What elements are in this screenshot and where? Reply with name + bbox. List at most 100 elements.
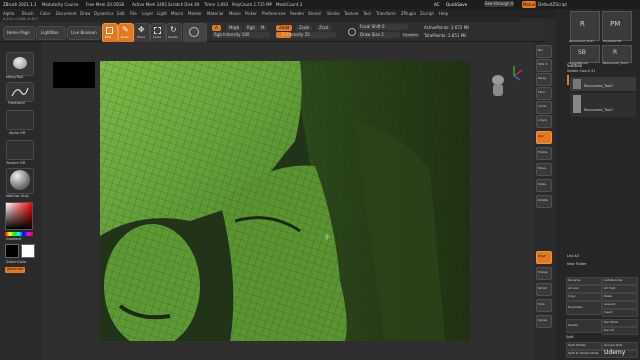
ghost-button[interactable]: Ghost [536, 283, 552, 296]
menu-render[interactable]: Render [290, 11, 304, 16]
insert-button[interactable]: Insert [602, 309, 638, 317]
a-toggle[interactable]: A [212, 25, 221, 31]
quicksave-button[interactable]: QuickSave [446, 2, 467, 7]
autoreorder-button[interactable]: AutoReorder [602, 277, 638, 285]
dynamic-toggle[interactable]: Dynamic [402, 33, 420, 38]
subtool-header[interactable]: Subtool [567, 64, 582, 68]
mrgb-toggle[interactable]: Mrgb [226, 25, 243, 31]
persp-button[interactable]: Persp [536, 73, 552, 86]
paste-button[interactable]: Paste [602, 293, 638, 301]
append-button[interactable]: Append [602, 301, 638, 309]
polyf-button[interactable]: PolyF [536, 251, 552, 264]
delete-button[interactable]: Delete [566, 319, 602, 333]
floor-button[interactable]: Floor [536, 87, 552, 100]
material-button[interactable] [6, 168, 34, 194]
viewport-canvas[interactable] [100, 61, 470, 341]
menu-dynamics[interactable]: Dynamics [94, 11, 114, 16]
brush-button[interactable] [6, 52, 34, 76]
texture-button[interactable] [6, 140, 34, 160]
frame-button[interactable]: Frame [536, 147, 552, 160]
m-toggle[interactable]: M [258, 25, 268, 31]
lazy-mouse-icon[interactable] [348, 28, 356, 36]
live-boolean-button[interactable]: Live Boolean [67, 26, 101, 40]
local-button[interactable]: Local [536, 101, 552, 114]
menu-tool[interactable]: Tool [363, 11, 371, 16]
ac-button[interactable]: AC [434, 2, 439, 7]
menu-help[interactable]: Help [439, 11, 448, 16]
alternate-button[interactable]: Alternate [5, 267, 26, 273]
secondary-color-swatch[interactable] [5, 244, 19, 258]
split-to-similar-button[interactable]: Split To Similar Parts [566, 350, 638, 358]
primary-color-swatch[interactable] [21, 244, 35, 258]
menu-draw[interactable]: Draw [80, 11, 90, 16]
duplicate-button[interactable]: Duplicate [566, 301, 602, 315]
menu-material[interactable]: Material [207, 11, 223, 16]
menu-color[interactable]: Color [40, 11, 50, 16]
menu-layer[interactable]: Layer [142, 11, 153, 16]
lightbox-button[interactable]: LightBox [36, 26, 66, 40]
orientation-gizmo[interactable] [486, 62, 526, 102]
rotate-button[interactable]: ↻ Rotate [166, 23, 182, 43]
scale-view-button[interactable]: Scale [536, 179, 552, 192]
menu-edit[interactable]: Edit [117, 11, 125, 16]
focal-shift-slider[interactable]: Focal Shift 0 [358, 24, 408, 30]
menu-zscript[interactable]: Zscript [420, 11, 434, 16]
menu-macro[interactable]: Macro [171, 11, 183, 16]
hue-slider[interactable] [5, 232, 33, 236]
menu-movie[interactable]: Movie [229, 11, 241, 16]
rotate-view-button[interactable]: Rotate [536, 195, 552, 208]
zcut-toggle[interactable]: Zcut [316, 25, 332, 31]
list-all-button[interactable]: List All [567, 254, 579, 259]
solo-button[interactable]: Solo [536, 299, 552, 312]
draw-button[interactable]: ✎ Draw [118, 23, 134, 43]
all-high-button[interactable]: All High [602, 285, 638, 293]
subtool-item-2[interactable]: Recovered_Tool1 [570, 93, 636, 117]
color-picker[interactable] [5, 202, 33, 230]
navigation-thumbnail[interactable] [53, 62, 95, 88]
menus-toggle[interactable]: Menus [522, 1, 536, 8]
xyz-button[interactable]: Xyz [536, 131, 552, 144]
z-intensity-slider[interactable]: Z Intensity 25 [276, 32, 336, 38]
menu-picker[interactable]: Picker [245, 11, 257, 16]
menu-brush[interactable]: Brush [22, 11, 34, 16]
home-page-button[interactable]: Home Page [3, 26, 35, 40]
copy-button[interactable]: Copy [566, 293, 602, 301]
default-zscript[interactable]: DefaultZScript [538, 2, 567, 7]
menu-light[interactable]: Light [157, 11, 167, 16]
all-low-button[interactable]: All Low [566, 285, 602, 293]
subtool-item-1[interactable]: Recovered_Tool1 [570, 77, 636, 91]
scale-button[interactable]: Scale [150, 23, 166, 43]
menu-texture[interactable]: Texture [344, 11, 359, 16]
move-button[interactable]: ✥ Move [134, 23, 150, 43]
transp-button[interactable]: Transp [536, 267, 552, 280]
new-folder-button[interactable]: New Folder [567, 262, 587, 267]
see-through-slider[interactable]: See-through 0 [484, 1, 514, 7]
zsub-toggle[interactable]: Zsub [296, 25, 312, 31]
menu-alpha[interactable]: Alpha [3, 11, 14, 16]
split-header[interactable]: Split [566, 335, 574, 340]
edit-button[interactable]: Edit [102, 23, 118, 43]
switch-color-label[interactable]: SwitchColor [6, 260, 27, 265]
menu-stencil[interactable]: Stencil [308, 11, 322, 16]
tool-thumb-2[interactable]: PM [602, 11, 632, 41]
zadd-toggle[interactable]: Zadd [276, 25, 293, 31]
split-hidden-button[interactable]: Split Hidden [566, 342, 602, 350]
rgb-intensity-slider[interactable]: Rgb Intensity 100 [212, 32, 270, 38]
menu-transform[interactable]: Transform [376, 11, 396, 16]
rename-button[interactable]: Rename [566, 277, 602, 285]
alpha-button[interactable] [6, 110, 34, 130]
rgb-toggle[interactable]: Rgb [244, 25, 258, 31]
menu-marker[interactable]: Marker [188, 11, 202, 16]
bpr-button[interactable]: Bpr [536, 45, 552, 58]
draw-size-slider[interactable]: Draw Size 2 [358, 32, 400, 38]
del-all-button[interactable]: Del All [602, 327, 638, 335]
menu-stroke[interactable]: Stroke [327, 11, 340, 16]
tool-thumb-1[interactable]: R [570, 11, 600, 41]
menu-preferences[interactable]: Preferences [262, 11, 286, 16]
menu-file[interactable]: File [130, 11, 137, 16]
menu-document[interactable]: Document [56, 11, 77, 16]
lsym-button[interactable]: L.Sym [536, 115, 552, 128]
del-other-button[interactable]: Del Other [602, 319, 638, 327]
gizmo-3d-button[interactable] [183, 23, 207, 43]
spix-button[interactable]: SPix 3 [536, 59, 552, 72]
